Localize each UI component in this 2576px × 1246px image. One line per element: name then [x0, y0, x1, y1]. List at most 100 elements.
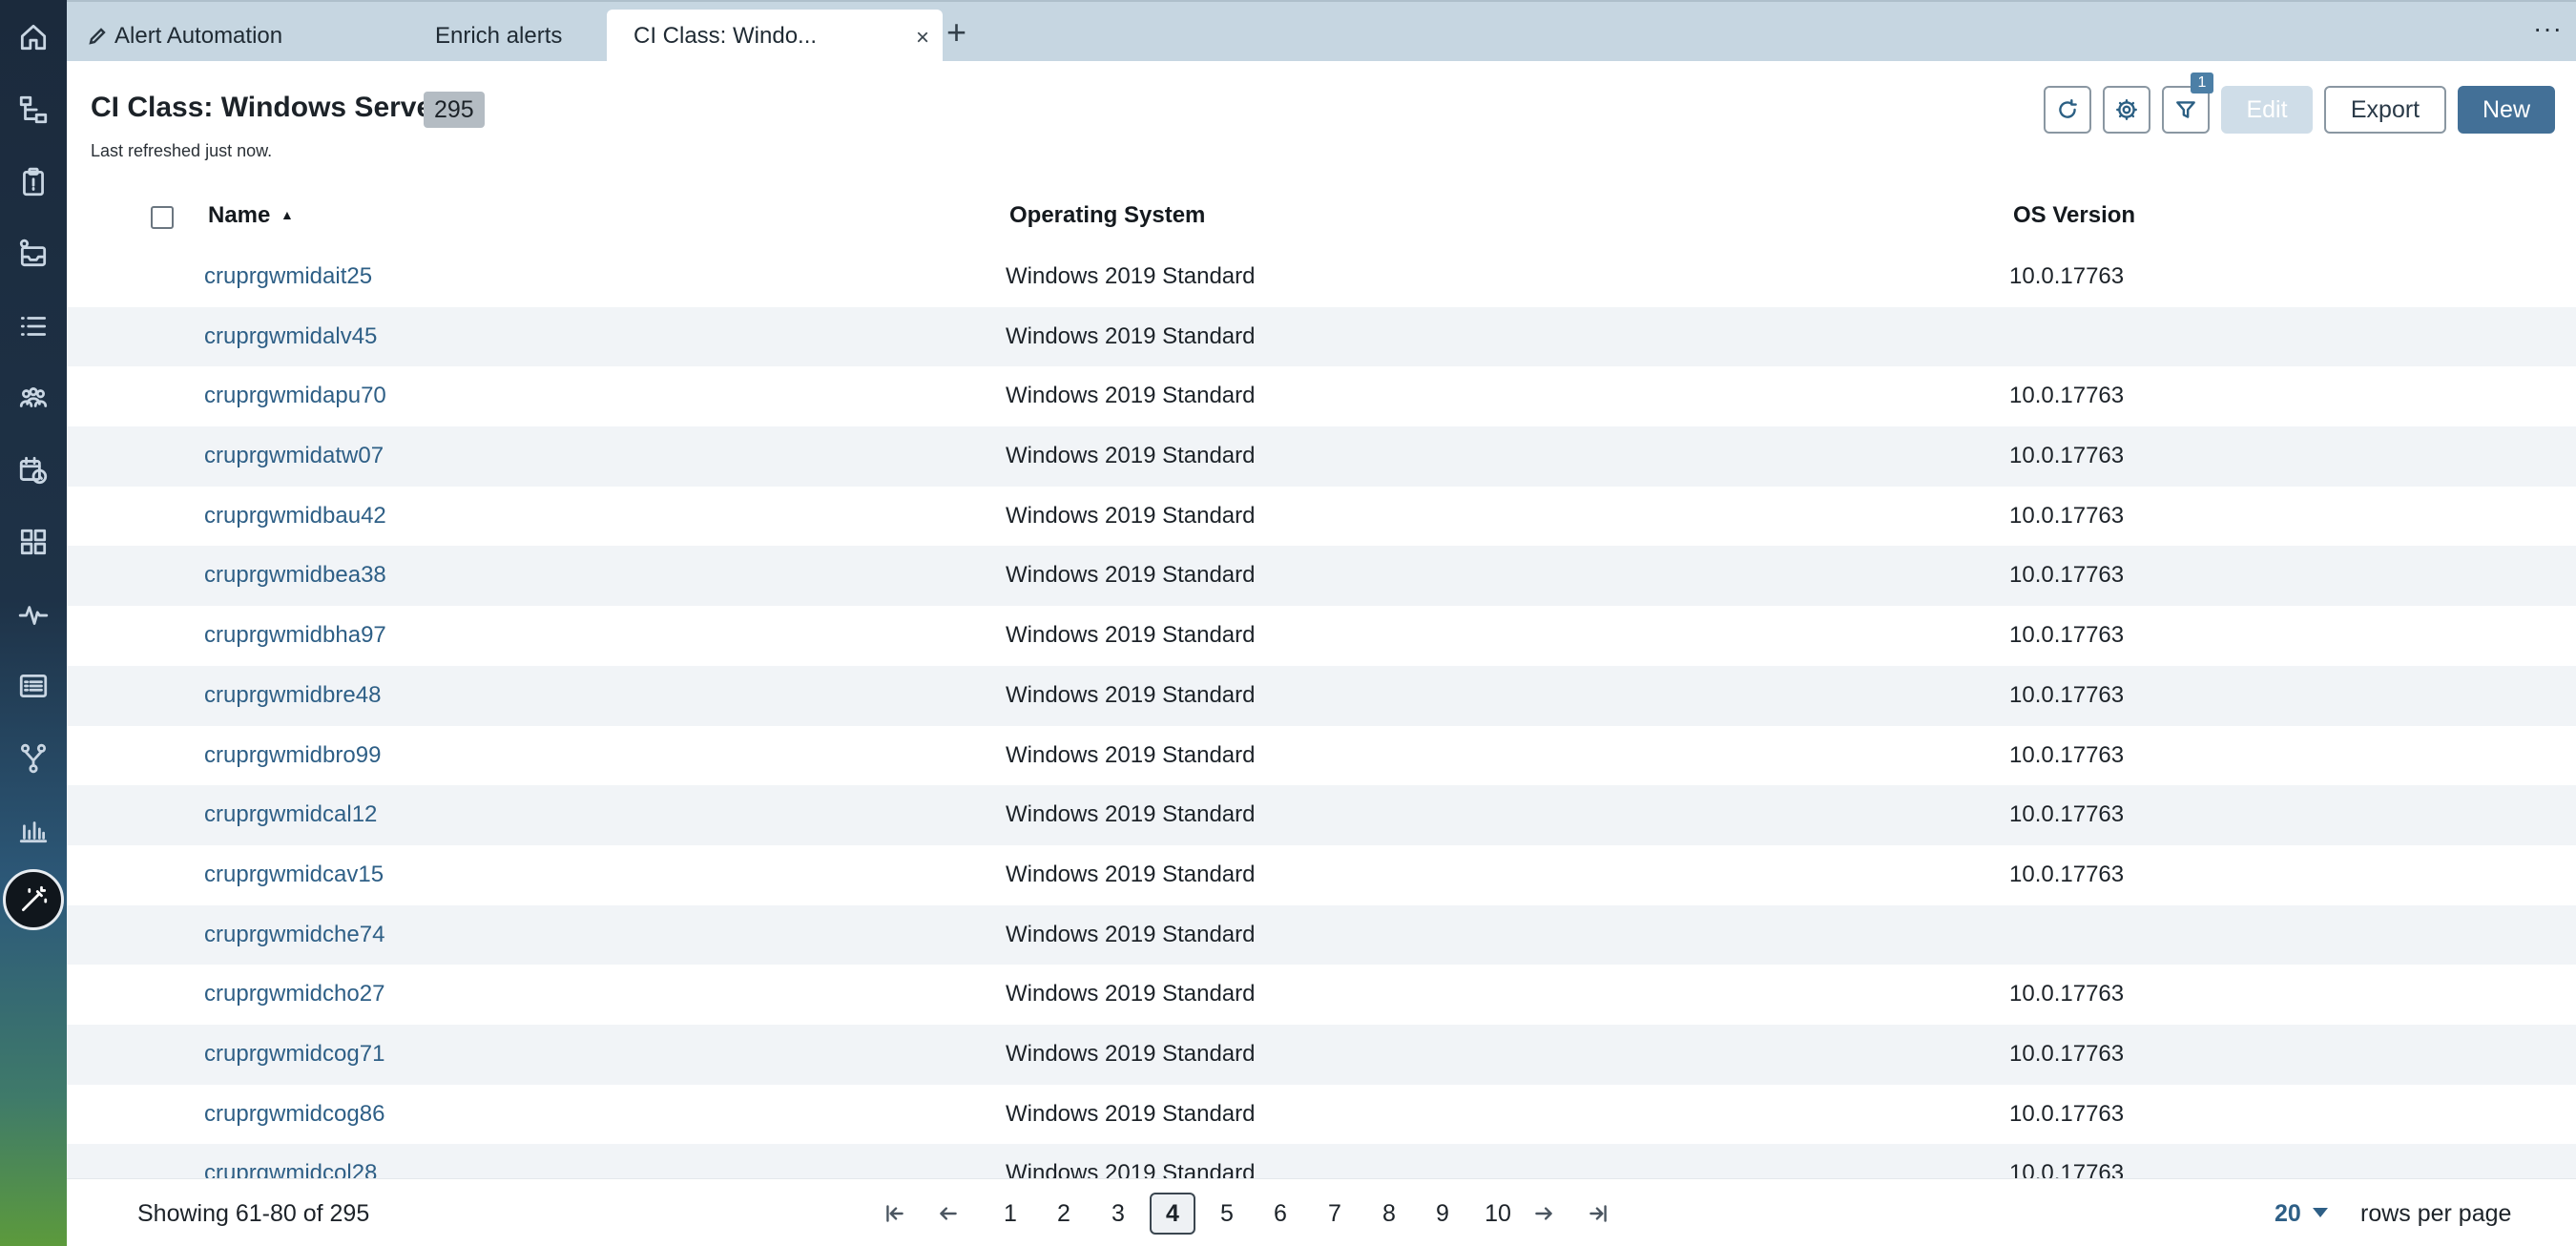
previous-page-button[interactable]	[925, 1193, 971, 1235]
select-all-checkbox[interactable]	[151, 206, 174, 229]
more-options-icon[interactable]: ···	[2533, 13, 2563, 44]
home-icon[interactable]	[10, 13, 57, 61]
row-name-link[interactable]: cruprgwmidche74	[204, 922, 384, 948]
detail-list-icon[interactable]	[10, 662, 57, 710]
new-button[interactable]: New	[2458, 86, 2555, 134]
clipboard-icon[interactable]	[10, 158, 57, 206]
table-row[interactable]: cruprgwmidbea38 Windows 2019 Standard 10.0…	[67, 546, 2576, 607]
row-name-link[interactable]: cruprgwmidbre48	[204, 682, 381, 709]
table-row[interactable]: cruprgwmidche74 Windows 2019 Standard	[67, 904, 2576, 966]
row-operating-system: Windows 2019 Standard	[1006, 1160, 1256, 1178]
row-os-version: 10.0.17763	[2009, 681, 2125, 708]
row-os-version: 10.0.17763	[2009, 502, 2125, 529]
table-row[interactable]: cruprgwmidbre48 Windows 2019 Standard 10.0…	[67, 665, 2576, 726]
table-row[interactable]: cruprgwmidcog86 Windows 2019 Standard 10.0…	[67, 1085, 2576, 1145]
groups-icon[interactable]	[10, 374, 57, 422]
table-row[interactable]: cruprgwmidapu70 Windows 2019 Standard 10.0…	[67, 366, 2576, 426]
row-name-link[interactable]: cruprgwmidcol28	[204, 1160, 377, 1178]
table-row[interactable]: cruprgwmidcal12 Windows 2019 Standard 10.0…	[67, 785, 2576, 845]
branch-icon[interactable]	[10, 735, 57, 782]
row-name-link[interactable]: cruprgwmidbau42	[204, 503, 386, 530]
last-page-button[interactable]	[1575, 1193, 1621, 1235]
row-os-version: 10.0.17763	[2009, 1040, 2125, 1067]
pulse-icon[interactable]	[10, 591, 57, 638]
refresh-button[interactable]	[2044, 86, 2091, 134]
page-6-button[interactable]: 6	[1257, 1193, 1303, 1235]
table-row[interactable]: cruprgwmidbau42 Windows 2019 Standard 10.0…	[67, 487, 2576, 547]
add-tab-button[interactable]: +	[946, 15, 966, 50]
column-header-os-version[interactable]: OS Version	[2013, 202, 2135, 229]
tab-ci-class-windows-server[interactable]: CI Class: Windo... ×	[607, 10, 943, 63]
last-refreshed-text: Last refreshed just now.	[91, 141, 273, 160]
row-name-link[interactable]: cruprgwmidcog86	[204, 1101, 384, 1128]
row-name-link[interactable]: cruprgwmidcav15	[204, 862, 384, 888]
row-name-link[interactable]: cruprgwmidbro99	[204, 742, 381, 769]
refresh-icon	[2059, 99, 2077, 118]
inbox-icon[interactable]	[10, 230, 57, 278]
row-operating-system: Windows 2019 Standard	[1006, 562, 1256, 589]
row-name-link[interactable]: cruprgwmidait25	[204, 263, 372, 290]
table-row[interactable]: cruprgwmidcog71 Windows 2019 Standard 10.0…	[67, 1024, 2576, 1085]
first-page-button[interactable]	[872, 1193, 918, 1235]
arrow-right-icon	[1535, 1207, 1552, 1220]
gear-icon	[2116, 99, 2137, 120]
table-row[interactable]: cruprgwmidbha97 Windows 2019 Standard 10.0…	[67, 606, 2576, 666]
bar-chart-icon[interactable]	[10, 806, 57, 854]
page-4-button[interactable]: 4	[1150, 1193, 1195, 1235]
page-7-button[interactable]: 7	[1312, 1193, 1358, 1235]
page-8-button[interactable]: 8	[1366, 1193, 1412, 1235]
row-name-link[interactable]: cruprgwmidcal12	[204, 801, 377, 828]
table-body: cruprgwmidait25 Windows 2019 Standard 10.0…	[67, 247, 2576, 1178]
page-2-button[interactable]: 2	[1041, 1193, 1087, 1235]
row-operating-system: Windows 2019 Standard	[1006, 981, 1256, 1007]
showing-range-text: Showing 61-80 of 295	[137, 1200, 370, 1227]
row-operating-system: Windows 2019 Standard	[1006, 921, 1256, 947]
row-operating-system: Windows 2019 Standard	[1006, 681, 1256, 708]
table-row[interactable]: cruprgwmidcol28 Windows 2019 Standard 10.0…	[67, 1144, 2576, 1178]
tab-alert-automation[interactable]: Alert Automation	[78, 10, 384, 63]
column-header-operating-system[interactable]: Operating System	[1009, 202, 1205, 229]
row-name-link[interactable]: cruprgwmidapu70	[204, 383, 386, 409]
close-icon[interactable]: ×	[916, 25, 929, 52]
page-10-button[interactable]: 10	[1475, 1193, 1521, 1235]
chevron-down-icon[interactable]	[2313, 1208, 2328, 1217]
sort-ascending-icon: ▲	[280, 207, 294, 222]
row-name-link[interactable]: cruprgwmidbha97	[204, 622, 386, 649]
left-nav-rail	[0, 0, 67, 1246]
row-name-link[interactable]: cruprgwmidalv45	[204, 323, 377, 350]
magic-wand-icon[interactable]	[3, 869, 64, 930]
rows-per-page-label: rows per page	[2360, 1200, 2512, 1227]
row-name-link[interactable]: cruprgwmidbea38	[204, 562, 386, 589]
settings-button[interactable]	[2103, 86, 2150, 134]
row-operating-system: Windows 2019 Standard	[1006, 263, 1256, 289]
list-icon[interactable]	[10, 302, 57, 350]
table-row[interactable]: cruprgwmidatw07 Windows 2019 Standard 10.0…	[67, 426, 2576, 487]
grid-icon[interactable]	[10, 518, 57, 566]
page-5-button[interactable]: 5	[1204, 1193, 1250, 1235]
row-os-version: 10.0.17763	[2009, 443, 2125, 469]
table-row[interactable]: cruprgwmidbro99 Windows 2019 Standard 10.0…	[67, 726, 2576, 786]
row-name-link[interactable]: cruprgwmidatw07	[204, 443, 384, 469]
rows-per-page-select[interactable]: 20	[2275, 1200, 2301, 1228]
edit-button[interactable]: Edit	[2221, 86, 2313, 134]
table-row[interactable]: cruprgwmidcho27 Windows 2019 Standard 10.0…	[67, 965, 2576, 1025]
pencil-icon	[89, 28, 106, 45]
page-1-button[interactable]: 1	[987, 1193, 1033, 1235]
row-os-version: 10.0.17763	[2009, 801, 2125, 828]
row-name-link[interactable]: cruprgwmidcho27	[204, 981, 384, 1007]
export-button[interactable]: Export	[2324, 86, 2446, 134]
calendar-clock-icon[interactable]	[10, 446, 57, 494]
tab-label: Enrich alerts	[435, 23, 563, 49]
hierarchy-icon[interactable]	[10, 86, 57, 134]
table-row[interactable]: cruprgwmidait25 Windows 2019 Standard 10.0…	[67, 247, 2576, 307]
page-9-button[interactable]: 9	[1420, 1193, 1465, 1235]
table-row[interactable]: cruprgwmidcav15 Windows 2019 Standard 10.0…	[67, 845, 2576, 905]
page-3-button[interactable]: 3	[1095, 1193, 1141, 1235]
row-os-version: 10.0.17763	[2009, 1100, 2125, 1127]
tab-label: Alert Automation	[114, 23, 283, 49]
next-page-button[interactable]	[1521, 1193, 1567, 1235]
row-name-link[interactable]: cruprgwmidcog71	[204, 1041, 384, 1068]
row-os-version: 10.0.17763	[2009, 741, 2125, 768]
column-header-name[interactable]: Name ▲	[208, 202, 294, 229]
table-row[interactable]: cruprgwmidalv45 Windows 2019 Standard	[67, 306, 2576, 367]
